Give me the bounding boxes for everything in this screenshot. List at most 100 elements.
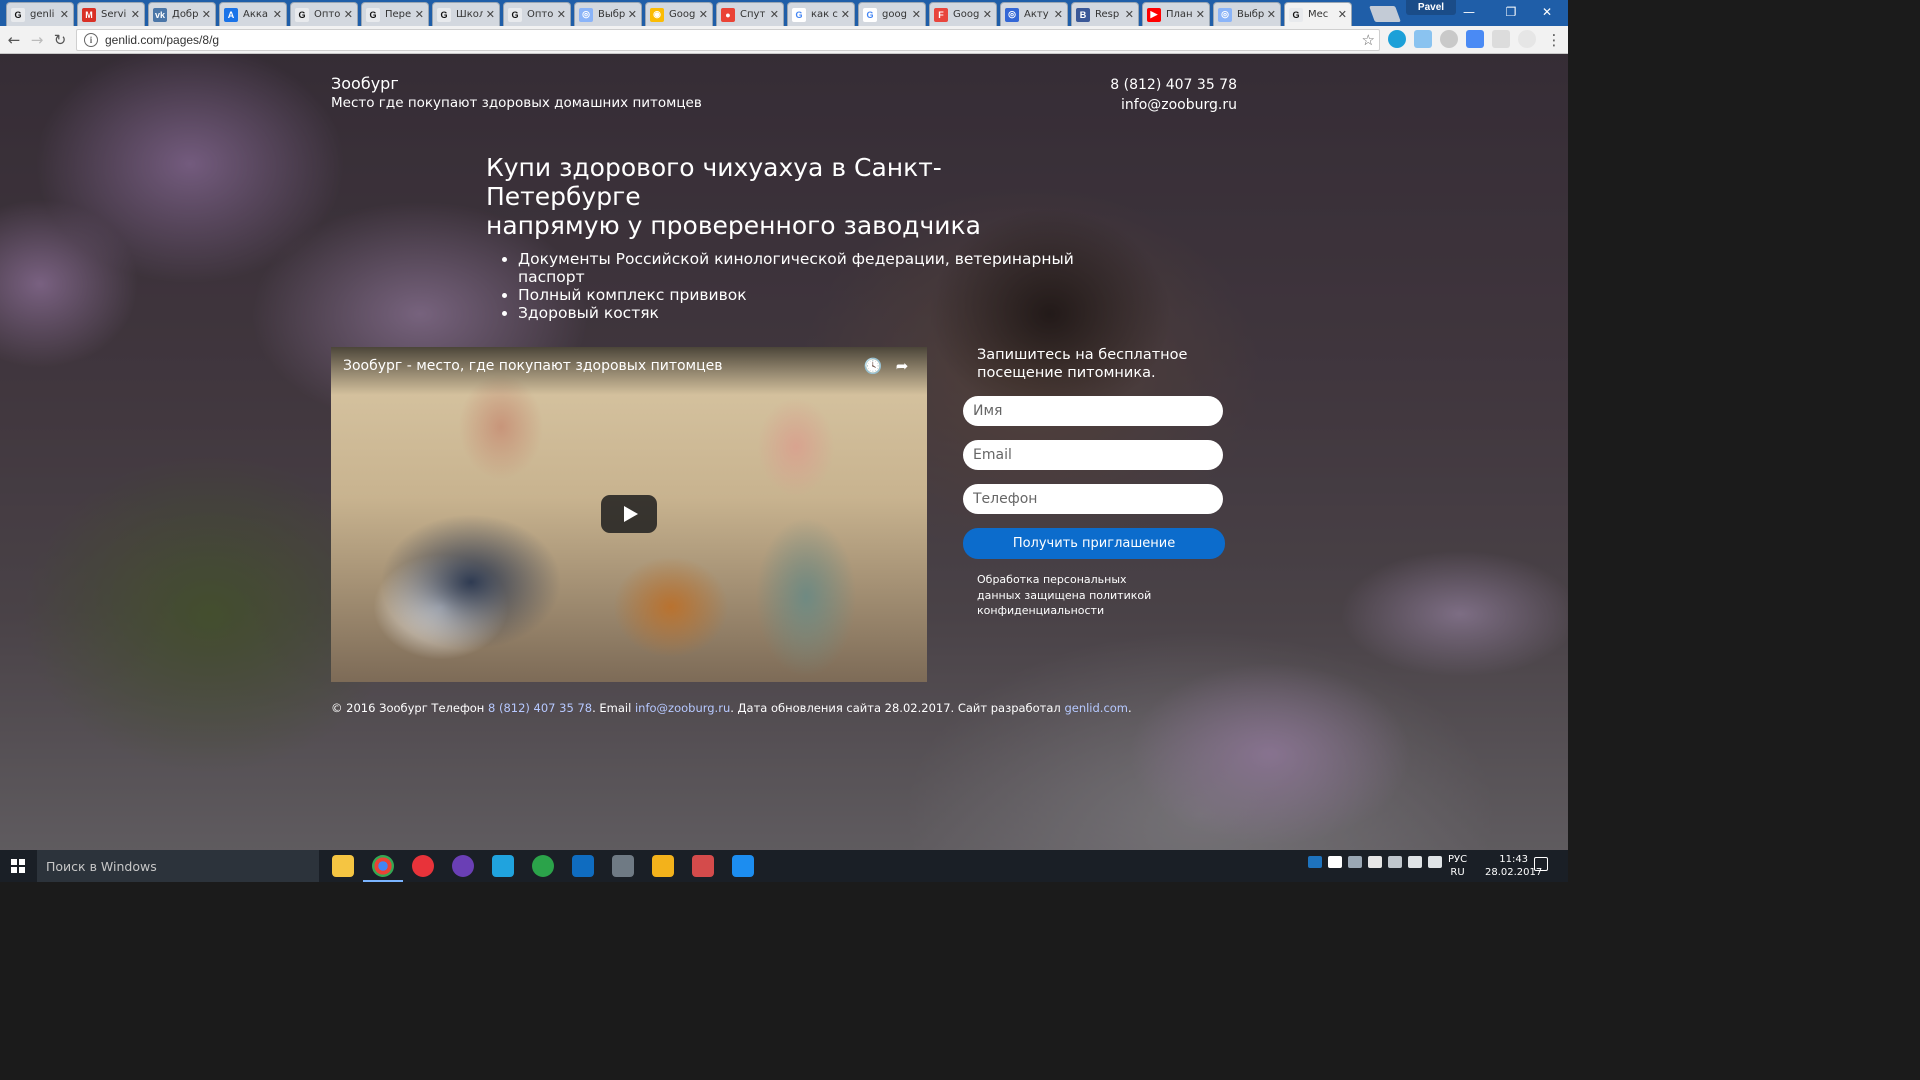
browser-tab[interactable]: G Опто ✕ xyxy=(290,2,358,26)
browser-tab[interactable]: G Мес ✕ xyxy=(1284,2,1352,26)
share-icon[interactable]: ➦ xyxy=(893,357,911,375)
extension-notes-icon[interactable] xyxy=(1414,30,1432,48)
shield-icon[interactable] xyxy=(1368,856,1382,868)
file-explorer-icon[interactable] xyxy=(332,855,354,877)
browser-tab[interactable]: vk Добр ✕ xyxy=(148,2,216,26)
language-indicator[interactable]: РУС RU xyxy=(1448,853,1467,879)
browser-tab[interactable]: Ggoog ✕ xyxy=(858,2,926,26)
outlook-tray-icon[interactable] xyxy=(1308,856,1322,868)
close-window-icon[interactable]: ✕ xyxy=(1524,0,1570,24)
browser-tab[interactable]: ◉ Goog ✕ xyxy=(645,2,713,26)
name-input[interactable] xyxy=(963,396,1223,426)
footer-email-link[interactable]: info@zooburg.ru xyxy=(635,701,730,715)
tray-app-icon[interactable] xyxy=(1328,856,1342,868)
viber-icon[interactable] xyxy=(452,855,474,877)
language-code: РУС xyxy=(1448,854,1468,865)
tab-close-icon[interactable]: ✕ xyxy=(1267,8,1276,21)
browser-tab[interactable]: Gкак с ✕ xyxy=(787,2,855,26)
brand-name[interactable]: Зообург xyxy=(331,74,702,94)
action-center-icon[interactable] xyxy=(1534,857,1548,871)
browser-tab[interactable]: A Акка ✕ xyxy=(219,2,287,26)
windows-search-box[interactable]: Поиск в Windows xyxy=(37,850,319,882)
network-icon[interactable] xyxy=(1408,856,1422,868)
browser-tab[interactable]: G Опто ✕ xyxy=(503,2,571,26)
tab-close-icon[interactable]: ✕ xyxy=(557,8,566,21)
skype-icon[interactable] xyxy=(492,855,514,877)
browser-tab[interactable]: ◎ Акту ✕ xyxy=(1000,2,1068,26)
extension-skype-icon[interactable] xyxy=(1388,30,1406,48)
browser-tab[interactable]: ◎ Выбр ✕ xyxy=(574,2,642,26)
minimize-icon[interactable]: — xyxy=(1446,0,1492,24)
extension-translate-icon[interactable] xyxy=(1466,30,1484,48)
adwords-icon[interactable] xyxy=(732,855,754,877)
volume-icon[interactable] xyxy=(1428,856,1442,868)
browser-tab[interactable]: G Пере ✕ xyxy=(361,2,429,26)
address-bar[interactable]: i genlid.com/pages/8/g ☆ xyxy=(76,29,1380,51)
play-button[interactable] xyxy=(601,495,657,533)
network-app-icon[interactable] xyxy=(612,855,634,877)
tab-favicon-icon: G xyxy=(366,7,380,22)
browser-tab[interactable]: Ggenli ✕ xyxy=(6,2,74,26)
extension-h-icon[interactable] xyxy=(1518,30,1536,48)
tab-close-icon[interactable]: ✕ xyxy=(1338,8,1347,21)
footer-prefix: © 2016 Зообург Телефон xyxy=(331,701,488,715)
get-invitation-button[interactable]: Получить приглашение xyxy=(963,528,1225,559)
tab-close-icon[interactable]: ✕ xyxy=(1125,8,1134,21)
tab-close-icon[interactable]: ✕ xyxy=(699,8,708,21)
tab-close-icon[interactable]: ✕ xyxy=(628,8,637,21)
tab-close-icon[interactable]: ✕ xyxy=(770,8,779,21)
phone-input[interactable] xyxy=(963,484,1223,514)
battery-icon[interactable] xyxy=(1388,856,1402,868)
new-tab-button[interactable] xyxy=(1369,6,1401,22)
start-button-icon[interactable] xyxy=(11,859,25,873)
outlook-icon[interactable] xyxy=(572,855,594,877)
header-phone[interactable]: 8 (812) 407 35 78 xyxy=(1110,75,1237,95)
video-title[interactable]: Зообург - место, где покупают здоровых п… xyxy=(343,358,723,374)
clock-icon[interactable]: 🕓 xyxy=(864,357,883,375)
tab-close-icon[interactable]: ✕ xyxy=(983,8,992,21)
filezilla-icon[interactable] xyxy=(652,855,674,877)
header-email[interactable]: info@zooburg.ru xyxy=(1110,95,1237,115)
paint-app-icon[interactable] xyxy=(692,855,714,877)
browser-tab[interactable]: ▶ План ✕ xyxy=(1142,2,1210,26)
tab-close-icon[interactable]: ✕ xyxy=(912,8,921,21)
reload-icon[interactable]: ↻ xyxy=(50,30,70,50)
back-icon[interactable]: ← xyxy=(4,30,24,50)
tab-favicon-icon: G xyxy=(295,7,309,22)
extension-adblock-icon[interactable] xyxy=(1440,30,1458,48)
tab-close-icon[interactable]: ✕ xyxy=(415,8,424,21)
browser-tab[interactable]: ● Спут ✕ xyxy=(716,2,784,26)
site-info-icon[interactable]: i xyxy=(84,33,98,47)
hero-title: Купи здорового чихуахуа в Санкт-Петербур… xyxy=(486,153,1086,240)
chrome-icon[interactable] xyxy=(363,855,403,882)
browser-tab[interactable]: G Школ ✕ xyxy=(432,2,500,26)
browser-tab[interactable]: M Servi ✕ xyxy=(77,2,145,26)
tab-favicon-icon: G xyxy=(508,7,522,22)
bookmark-star-icon[interactable]: ☆ xyxy=(1362,31,1375,49)
tab-close-icon[interactable]: ✕ xyxy=(60,8,69,21)
tab-close-icon[interactable]: ✕ xyxy=(486,8,495,21)
developer-link[interactable]: genlid.com xyxy=(1064,701,1128,715)
menu-kebab-icon[interactable]: ⋮ xyxy=(1544,30,1564,50)
landing-page: Зообург Место где покупают здоровых дома… xyxy=(0,54,1568,850)
extension-puzzle-icon[interactable] xyxy=(1492,30,1510,48)
tab-close-icon[interactable]: ✕ xyxy=(841,8,850,21)
youtube-video-embed[interactable]: Зообург - место, где покупают здоровых п… xyxy=(331,347,927,682)
tab-close-icon[interactable]: ✕ xyxy=(1054,8,1063,21)
tab-close-icon[interactable]: ✕ xyxy=(131,8,140,21)
forward-icon[interactable]: → xyxy=(27,30,47,50)
footer-phone-link[interactable]: 8 (812) 407 35 78 xyxy=(488,701,592,715)
tab-close-icon[interactable]: ✕ xyxy=(344,8,353,21)
address-url[interactable]: genlid.com/pages/8/g xyxy=(105,33,219,47)
xbox-icon[interactable] xyxy=(532,855,554,877)
bluetooth-icon[interactable] xyxy=(1348,856,1362,868)
browser-tab[interactable]: F Goog ✕ xyxy=(929,2,997,26)
opera-icon[interactable] xyxy=(412,855,434,877)
tab-favicon-icon: G xyxy=(1289,7,1303,22)
tab-close-icon[interactable]: ✕ xyxy=(273,8,282,21)
browser-tab[interactable]: ◎ Выбр ✕ xyxy=(1213,2,1281,26)
tab-close-icon[interactable]: ✕ xyxy=(1196,8,1205,21)
tab-close-icon[interactable]: ✕ xyxy=(202,8,211,21)
browser-tab[interactable]: B Resp ✕ xyxy=(1071,2,1139,26)
email-input[interactable] xyxy=(963,440,1223,470)
